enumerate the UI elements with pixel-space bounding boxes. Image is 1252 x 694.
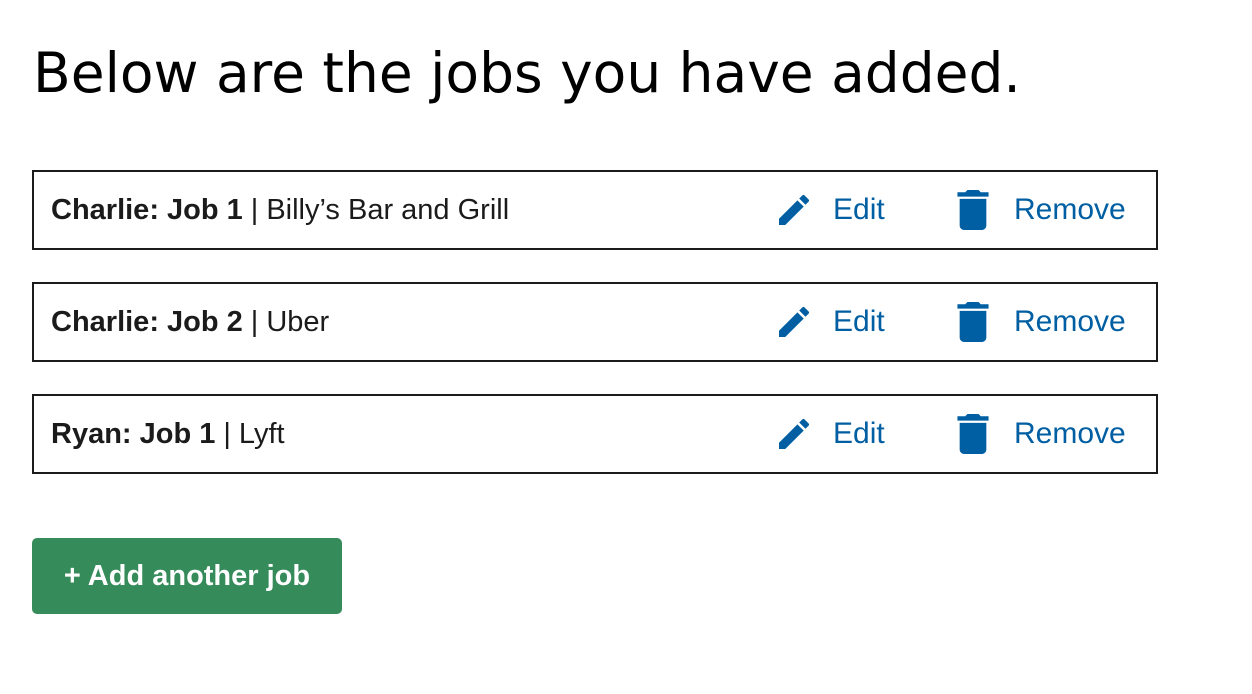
job-summary: Charlie: Job 1 | Billy’s Bar and Grill [51, 172, 509, 248]
job-summary: Ryan: Job 1 | Lyft [51, 396, 285, 472]
job-name: Charlie: Job 1 [51, 193, 243, 226]
pencil-icon [772, 302, 816, 342]
job-separator: | [250, 193, 259, 226]
remove-job-button[interactable]: Remove [956, 396, 1126, 472]
job-name: Ryan: Job 1 [51, 417, 216, 450]
remove-job-button[interactable]: Remove [956, 284, 1126, 360]
job-separator: | [250, 305, 259, 338]
edit-label: Edit [833, 193, 885, 226]
job-list: Charlie: Job 1 | Billy’s Bar and Grill E… [32, 170, 1158, 506]
job-summary: Charlie: Job 2 | Uber [51, 284, 329, 360]
trash-icon [956, 302, 990, 342]
remove-label: Remove [1014, 193, 1126, 226]
job-employer: Lyft [238, 417, 285, 450]
pencil-icon [772, 414, 816, 454]
edit-job-button[interactable]: Edit [772, 172, 885, 248]
edit-label: Edit [833, 417, 885, 450]
trash-icon [956, 414, 990, 454]
remove-label: Remove [1014, 417, 1126, 450]
job-name: Charlie: Job 2 [51, 305, 243, 338]
edit-job-button[interactable]: Edit [772, 284, 885, 360]
remove-job-button[interactable]: Remove [956, 172, 1126, 248]
job-row: Ryan: Job 1 | Lyft Edit Remove [32, 394, 1158, 474]
trash-icon [956, 190, 990, 230]
page-title: Below are the jobs you have added. [33, 41, 1021, 105]
edit-job-button[interactable]: Edit [772, 396, 885, 472]
job-row: Charlie: Job 1 | Billy’s Bar and Grill E… [32, 170, 1158, 250]
job-employer: Uber [266, 305, 330, 338]
add-another-job-button[interactable]: + Add another job [32, 538, 342, 614]
job-employer: Billy’s Bar and Grill [266, 193, 510, 226]
remove-label: Remove [1014, 305, 1126, 338]
job-separator: | [223, 417, 231, 450]
pencil-icon [772, 190, 816, 230]
edit-label: Edit [833, 305, 885, 338]
job-row: Charlie: Job 2 | Uber Edit Remove [32, 282, 1158, 362]
